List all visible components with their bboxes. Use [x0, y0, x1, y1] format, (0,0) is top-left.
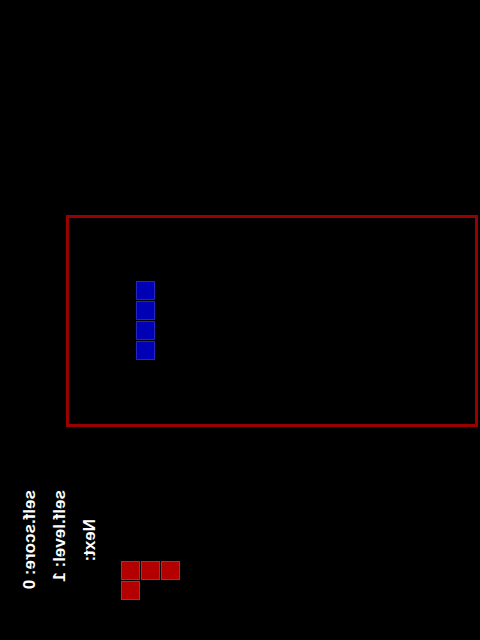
next-piece-preview — [121, 561, 181, 601]
next-piece-block — [121, 561, 140, 580]
piece-block — [136, 301, 155, 320]
score-label: self.score: 0 — [20, 490, 40, 589]
next-piece-block — [161, 561, 180, 580]
next-piece-block — [121, 581, 140, 600]
next-piece-block — [141, 561, 160, 580]
next-label: Next: — [80, 519, 100, 562]
piece-block — [136, 281, 155, 300]
game-board — [66, 215, 478, 427]
level-label: self.level: 1 — [50, 490, 70, 582]
piece-block — [136, 321, 155, 340]
game-screen: self.score: 0 self.level: 1 Next: — [0, 0, 480, 640]
piece-block — [136, 341, 155, 360]
board-grid — [76, 221, 456, 421]
